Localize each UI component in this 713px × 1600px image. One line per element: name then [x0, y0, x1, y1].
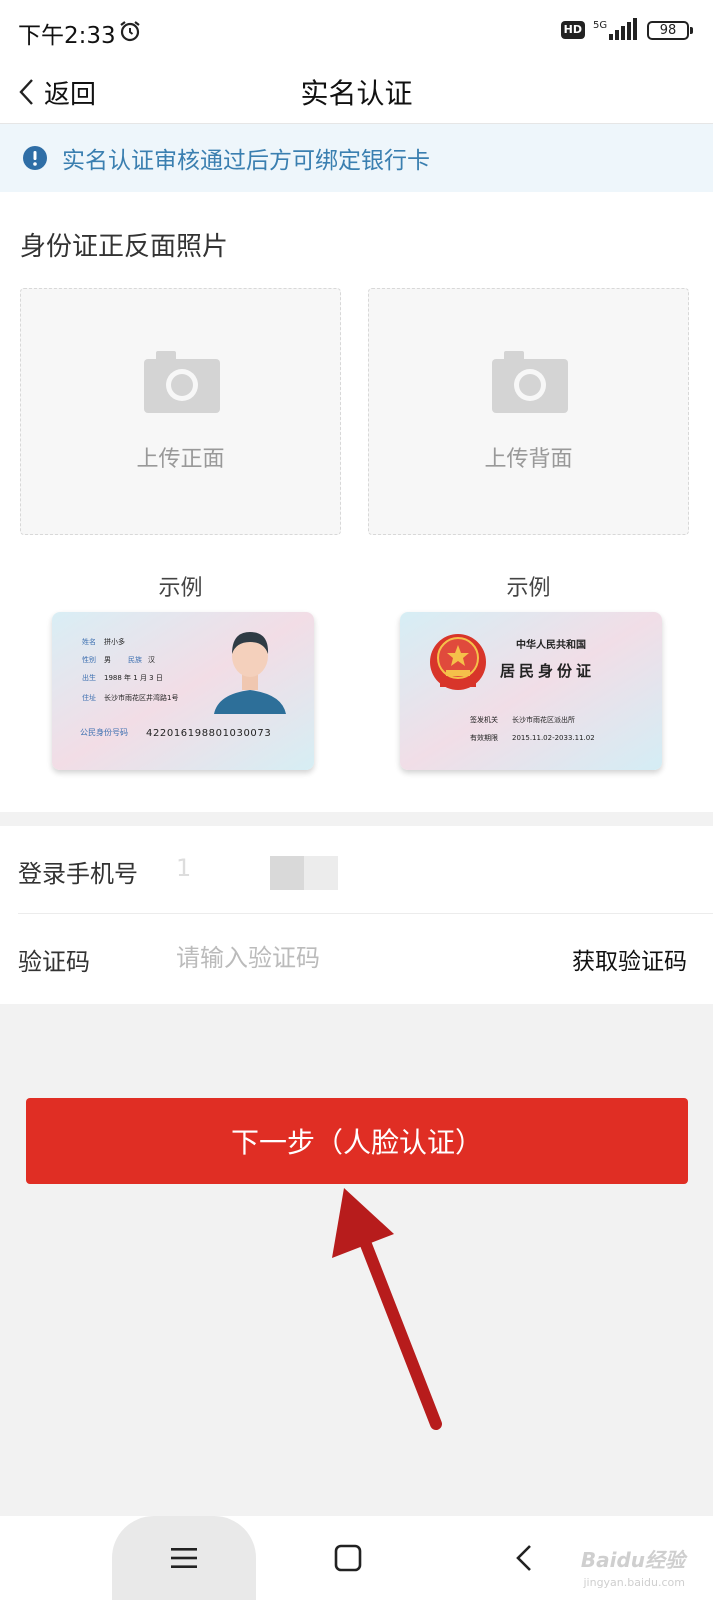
- code-row: 验证码 获取验证码: [0, 914, 713, 1002]
- upload-back-button[interactable]: 上传背面: [368, 288, 689, 535]
- nav-bar: 返回 实名认证: [0, 60, 713, 124]
- svg-text:1988 年 1 月 3 日: 1988 年 1 月 3 日: [104, 673, 163, 682]
- national-emblem-icon: [430, 634, 486, 690]
- verification-code-input[interactable]: [176, 936, 516, 980]
- svg-text:住址: 住址: [82, 693, 96, 702]
- upload-back-label: 上传背面: [484, 447, 573, 472]
- id-card-front-example: 姓名 拼小多 性别 男 民族 汉 出生 1988 年 1 月 3 日 住址 长沙…: [52, 612, 314, 770]
- svg-text:出生: 出生: [82, 673, 96, 682]
- svg-text:中华人民共和国: 中华人民共和国: [516, 638, 586, 651]
- example-label-back: 示例: [506, 576, 551, 601]
- menu-button[interactable]: [112, 1516, 256, 1600]
- notice-banner: 实名认证审核通过后方可绑定银行卡: [0, 124, 713, 192]
- notice-text: 实名认证审核通过后方可绑定银行卡: [62, 148, 430, 174]
- phone-value: 1: [176, 854, 192, 882]
- phone-row: 登录手机号 1: [18, 826, 713, 914]
- upload-front-label: 上传正面: [136, 447, 225, 472]
- svg-text:长沙市雨花区井湾路1号: 长沙市雨花区井湾路1号: [104, 693, 178, 702]
- id-card-back-example: 中华人民共和国 居民身份证 签发机关 长沙市雨花区派出所 有效期限 2015.1…: [400, 612, 662, 770]
- svg-text:汉: 汉: [148, 656, 155, 664]
- svg-text:5G: 5G: [593, 20, 607, 31]
- next-face-verification-button[interactable]: 下一步（人脸认证）: [26, 1098, 688, 1184]
- svg-text:2015.11.02-2033.11.02: 2015.11.02-2033.11.02: [512, 734, 595, 742]
- page-title: 实名认证: [300, 77, 413, 110]
- svg-text:性别: 性别: [82, 655, 96, 664]
- watermark-url: jingyan.baidu.com: [583, 1576, 685, 1589]
- privacy-mask: [270, 856, 304, 890]
- status-bar: 下午2:33 HD 5G 98: [0, 0, 713, 60]
- phone-label: 登录手机号: [18, 860, 138, 888]
- hamburger-menu-icon: [171, 1548, 197, 1568]
- svg-text:民族: 民族: [128, 655, 142, 664]
- code-label: 验证码: [18, 948, 90, 976]
- svg-text:有效期限: 有效期限: [470, 733, 498, 742]
- signal-5g-icon: 5G: [593, 18, 637, 40]
- system-nav-bar: Baidu经验 jingyan.baidu.com: [0, 1516, 713, 1600]
- alarm-clock-icon: [120, 21, 140, 42]
- privacy-mask: [304, 856, 338, 890]
- svg-text:居民身份证: 居民身份证: [500, 662, 595, 680]
- svg-text:公民身份号码: 公民身份号码: [80, 727, 128, 737]
- camera-icon: [144, 351, 220, 413]
- svg-text:拼小多: 拼小多: [104, 637, 125, 646]
- get-code-button[interactable]: 获取验证码: [572, 942, 687, 976]
- camera-icon: [492, 351, 568, 413]
- status-indicators: HD 5G 98: [560, 18, 693, 42]
- upload-front-button[interactable]: 上传正面: [20, 288, 341, 535]
- home-square-icon[interactable]: [330, 1540, 366, 1576]
- info-exclamation-icon: [23, 146, 47, 170]
- section-title: 身份证正反面照片: [20, 232, 229, 262]
- svg-text:422016198801030073: 422016198801030073: [146, 728, 271, 739]
- svg-text:签发机关: 签发机关: [470, 715, 498, 724]
- battery-icon: 98: [647, 20, 693, 40]
- id-photo-section: 身份证正反面照片 上传正面 上传背面 示例 示例 姓名 拼小多 性别 男 民族 …: [0, 192, 713, 812]
- svg-text:长沙市雨花区派出所: 长沙市雨花区派出所: [512, 715, 575, 724]
- annotation-arrow-icon: [332, 1188, 442, 1430]
- example-label-front: 示例: [158, 576, 203, 601]
- verification-form: 登录手机号 1 验证码 获取验证码: [0, 826, 713, 1004]
- back-arrow-icon[interactable]: [506, 1538, 542, 1578]
- svg-text:男: 男: [104, 656, 111, 664]
- watermark-brand: Baidu经验: [580, 1548, 685, 1572]
- hd-badge: HD: [560, 21, 585, 39]
- svg-text:姓名: 姓名: [82, 637, 96, 646]
- status-time: 下午2:33: [18, 23, 116, 49]
